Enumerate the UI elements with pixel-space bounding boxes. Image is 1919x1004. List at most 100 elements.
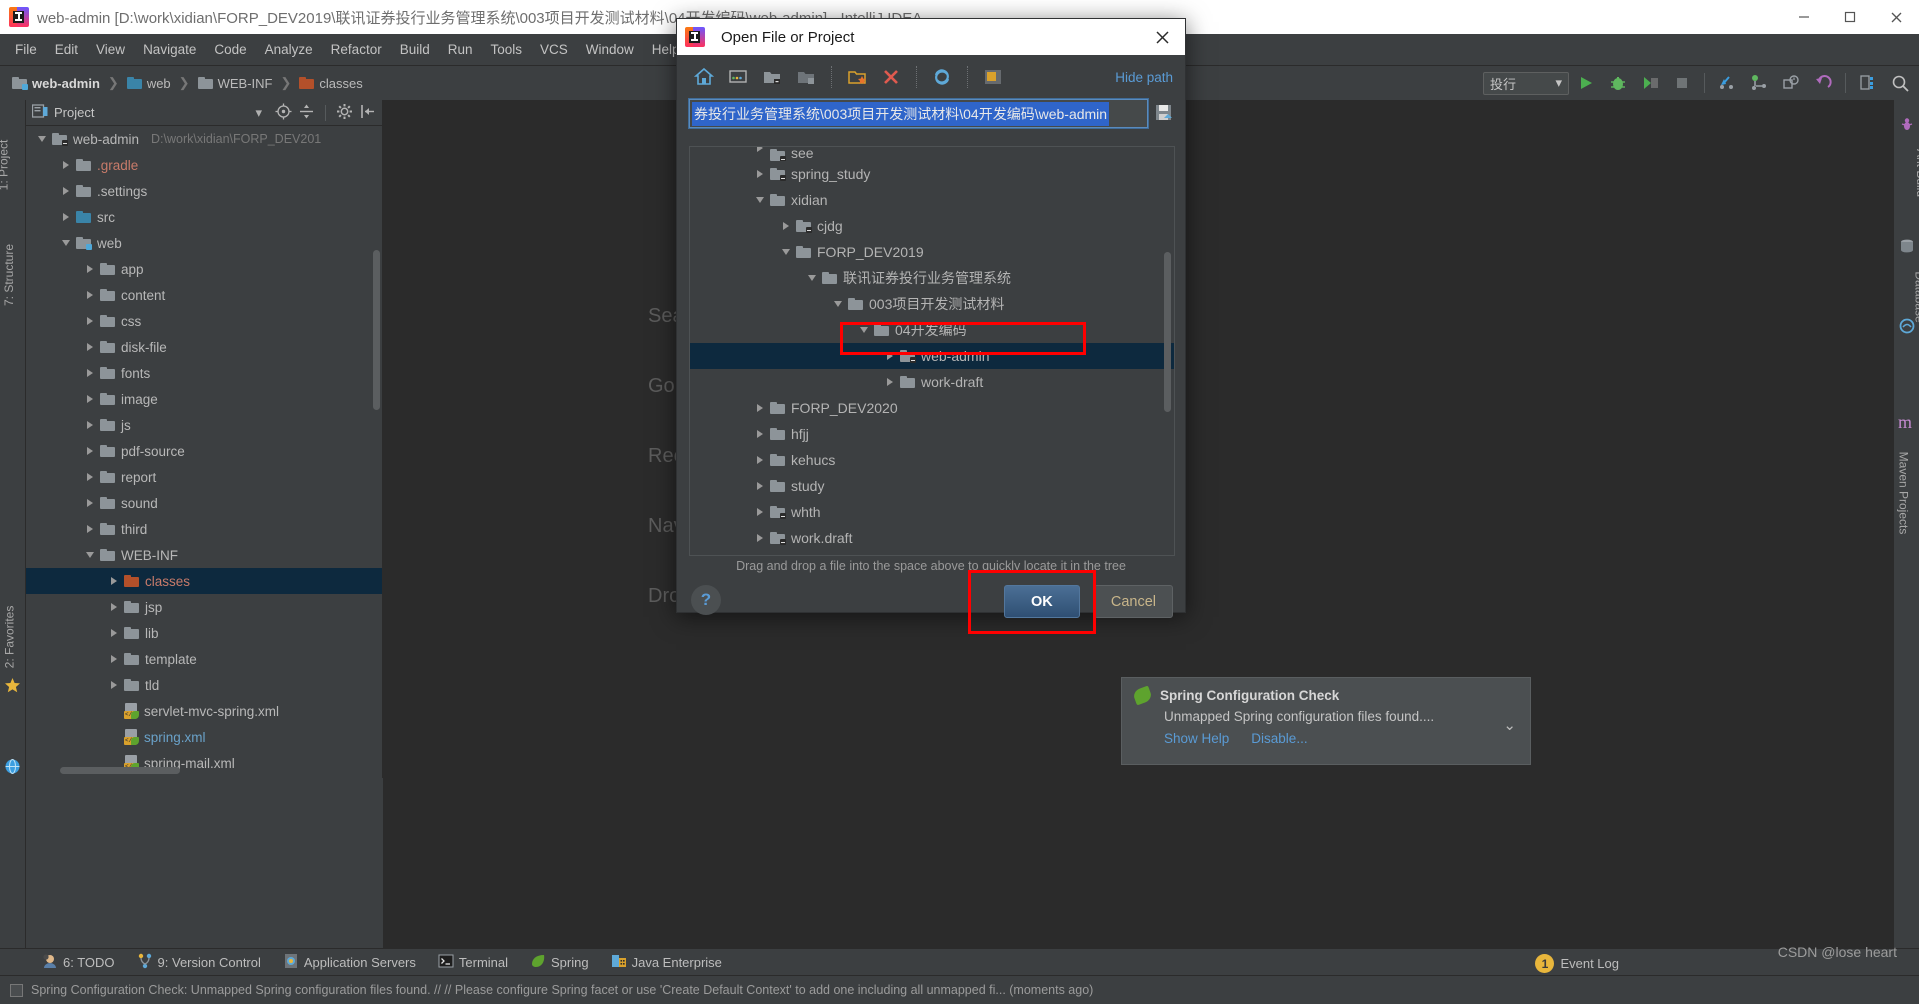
show-hidden-icon[interactable] <box>978 62 1008 92</box>
expand-arrow-icon[interactable] <box>880 343 900 369</box>
project-view-chevron-icon[interactable]: ▾ <box>255 105 262 121</box>
project-tree-row[interactable]: classes <box>26 568 382 594</box>
module-dir-icon[interactable] <box>791 62 821 92</box>
minimize-button[interactable] <box>1781 0 1827 34</box>
project-dir-icon[interactable] <box>757 62 787 92</box>
collapse-arrow-icon[interactable] <box>80 542 100 568</box>
menu-item-file[interactable]: File <box>6 39 46 60</box>
project-tree-row[interactable]: lib <box>26 620 382 646</box>
dialog-tree-row[interactable]: hfjj <box>690 421 1174 447</box>
dialog-tree-row[interactable]: see <box>690 147 1174 161</box>
dialog-tree-row[interactable]: spring_study <box>690 161 1174 187</box>
project-tree-row[interactable]: content <box>26 282 382 308</box>
expand-arrow-icon[interactable] <box>750 473 770 499</box>
dialog-tree-row[interactable]: FORP_DEV2019 <box>690 239 1174 265</box>
expand-arrow-icon[interactable] <box>750 447 770 473</box>
close-button[interactable] <box>1873 0 1919 34</box>
expand-arrow-icon[interactable] <box>750 395 770 421</box>
collapse-arrow-icon[interactable] <box>750 187 770 213</box>
expand-arrow-icon[interactable] <box>104 672 124 698</box>
dialog-tree-row[interactable]: xidian <box>690 187 1174 213</box>
expand-arrow-icon[interactable] <box>56 178 76 204</box>
rollback-icon[interactable] <box>1808 68 1838 98</box>
dialog-tree-row[interactable]: work-draft <box>690 369 1174 395</box>
menu-item-code[interactable]: Code <box>205 39 255 60</box>
collapse-arrow-icon[interactable] <box>802 265 822 291</box>
desktop-icon[interactable] <box>723 62 753 92</box>
expand-arrow-icon[interactable] <box>880 369 900 395</box>
dialog-tree-row[interactable]: kehucs <box>690 447 1174 473</box>
expand-arrow-icon[interactable] <box>80 490 100 516</box>
stop-button[interactable] <box>1667 68 1697 98</box>
breadcrumb-web-admin[interactable]: web-admin <box>6 74 106 93</box>
project-tree-row[interactable]: web <box>26 230 382 256</box>
dialog-tree-row[interactable]: FORP_DEV2020 <box>690 395 1174 421</box>
collapse-arrow-icon[interactable] <box>776 239 796 265</box>
run-with-coverage-button[interactable] <box>1635 68 1665 98</box>
history-icon[interactable] <box>1776 68 1806 98</box>
tool-tab-structure[interactable]: 7: Structure <box>2 244 16 306</box>
project-tree-row[interactable]: css <box>26 308 382 334</box>
collapse-arrow-icon[interactable] <box>828 291 848 317</box>
project-tree-row[interactable]: pdf-source <box>26 438 382 464</box>
expand-arrow-icon[interactable] <box>80 360 100 386</box>
search-icon[interactable] <box>1885 68 1915 98</box>
project-tree-row[interactable]: image <box>26 386 382 412</box>
ok-button[interactable]: OK <box>1003 585 1080 618</box>
event-log-button[interactable]: 1 Event Log <box>1535 954 1619 973</box>
project-tree-row[interactable]: jsp <box>26 594 382 620</box>
tool-tab-database[interactable]: Database <box>1912 271 1919 322</box>
expand-arrow-icon[interactable] <box>750 421 770 447</box>
settings-gear-icon[interactable] <box>336 103 353 123</box>
expand-arrow-icon[interactable] <box>80 282 100 308</box>
tool-tab-maven[interactable]: Maven Projects <box>1897 452 1911 535</box>
collapse-chevron-icon[interactable]: ⌄ <box>1503 716 1516 734</box>
tool-tab-ant-build[interactable]: Ant Build <box>1914 149 1919 197</box>
tool-window-button-java-enterprise[interactable]: Java Enterprise <box>611 953 722 972</box>
expand-arrow-icon[interactable] <box>104 620 124 646</box>
menu-item-analyze[interactable]: Analyze <box>256 39 322 60</box>
dialog-tree-row[interactable]: 003项目开发测试材料 <box>690 291 1174 317</box>
select-opened-file-icon[interactable] <box>275 103 292 123</box>
home-icon[interactable] <box>689 62 719 92</box>
expand-arrow-icon[interactable] <box>80 386 100 412</box>
expand-arrow-icon[interactable] <box>104 568 124 594</box>
expand-arrow-icon[interactable] <box>750 147 770 161</box>
menu-item-refactor[interactable]: Refactor <box>322 39 391 60</box>
expand-arrow-icon[interactable] <box>80 308 100 334</box>
menu-item-view[interactable]: View <box>87 39 134 60</box>
breadcrumb-web-inf[interactable]: WEB-INF <box>192 74 279 93</box>
dialog-close-button[interactable] <box>1147 22 1177 52</box>
menu-item-build[interactable]: Build <box>391 39 439 60</box>
expand-arrow-icon[interactable] <box>776 213 796 239</box>
tool-window-button-spring[interactable]: Spring <box>530 953 589 972</box>
collapse-arrow-icon[interactable] <box>32 126 52 152</box>
tool-tab-favorites[interactable]: 2: Favorites <box>2 606 16 669</box>
project-tree[interactable]: web-admin D:\work\xidian\FORP_DEV201 .grad… <box>26 126 382 778</box>
collapse-arrow-icon[interactable] <box>56 230 76 256</box>
project-tree-scrollbar[interactable] <box>373 250 380 410</box>
dialog-file-tree[interactable]: see spring_study xidian cjdg FORP_DEV2019 联讯证… <box>689 146 1175 556</box>
dialog-tree-row[interactable]: web-admin <box>690 343 1174 369</box>
tool-tab-project[interactable]: 1: Project <box>0 140 10 191</box>
expand-arrow-icon[interactable] <box>80 438 100 464</box>
run-button[interactable] <box>1571 68 1601 98</box>
project-tree-row[interactable]: WEB-INF <box>26 542 382 568</box>
dialog-tree-row[interactable]: 04开发编码 <box>690 317 1174 343</box>
maximize-button[interactable] <box>1827 0 1873 34</box>
expand-arrow-icon[interactable] <box>80 412 100 438</box>
expand-arrow-icon[interactable] <box>80 516 100 542</box>
project-tree-hscrollbar[interactable] <box>60 767 180 774</box>
project-tree-row[interactable]: report <box>26 464 382 490</box>
menu-item-navigate[interactable]: Navigate <box>134 39 205 60</box>
disable-link[interactable]: Disable... <box>1251 731 1307 746</box>
expand-arrow-icon[interactable] <box>104 594 124 620</box>
expand-arrow-icon[interactable] <box>56 152 76 178</box>
expand-arrow-icon[interactable] <box>750 161 770 187</box>
run-configuration-selector[interactable]: 投行 ▾ <box>1483 71 1569 95</box>
project-tree-row[interactable]: js <box>26 412 382 438</box>
structure-icon[interactable] <box>1853 68 1883 98</box>
project-tree-row[interactable]: disk-file <box>26 334 382 360</box>
status-toggle-icon[interactable] <box>10 983 23 997</box>
project-tree-row[interactable]: web-admin D:\work\xidian\FORP_DEV201 <box>26 126 382 152</box>
